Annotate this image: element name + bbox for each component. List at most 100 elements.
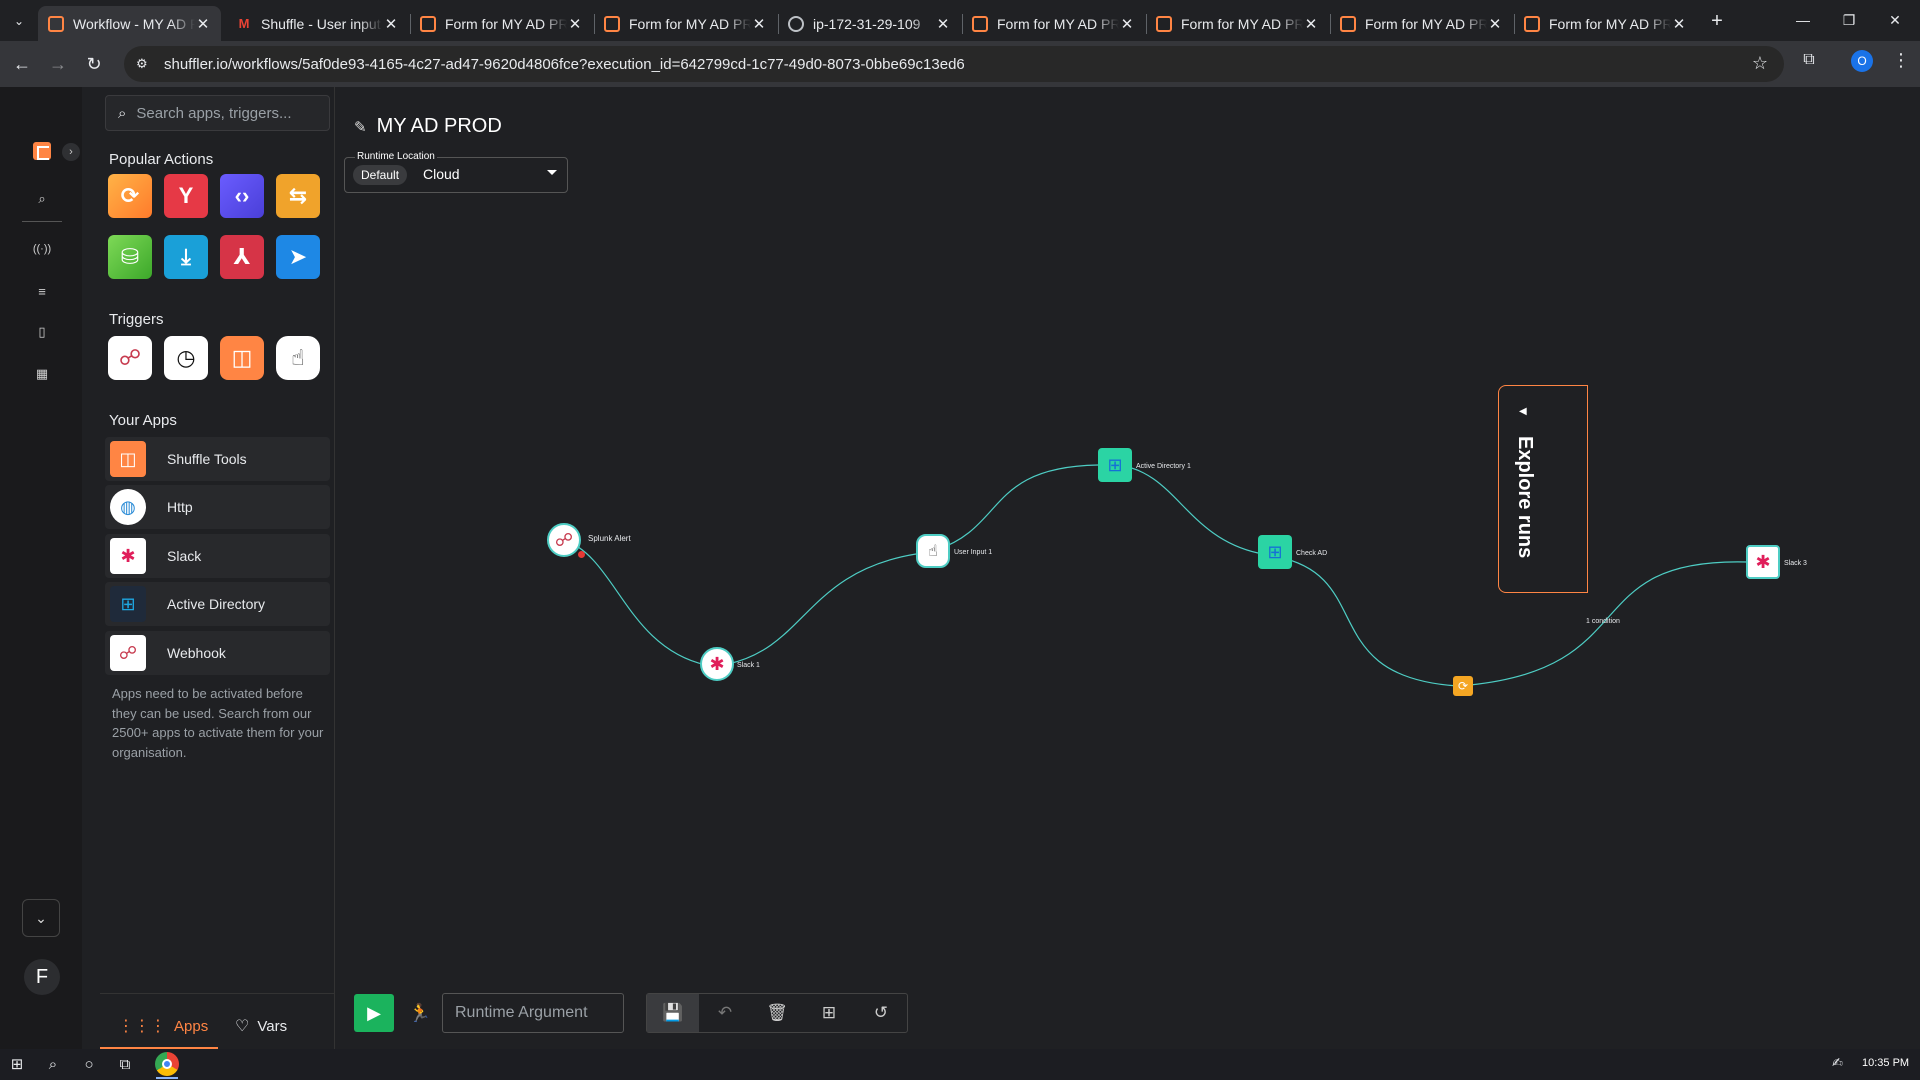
run-workflow-button[interactable]: ▶ — [354, 994, 394, 1032]
tab-vars[interactable]: ♡ Vars — [235, 1006, 287, 1046]
window-close-icon[interactable]: ✕ — [1872, 0, 1918, 40]
workflow-canvas[interactable]: ✎ MY AD PROD Runtime Location Default Cl… — [336, 87, 1920, 1049]
close-tab-icon[interactable]: ✕ — [1119, 15, 1135, 33]
node-slack-3[interactable]: ✱ — [1746, 545, 1780, 579]
admin-icon[interactable]: ▦ — [30, 366, 54, 386]
node-slack-1[interactable]: ✱ — [700, 647, 734, 681]
restore-icon[interactable]: ❐ — [1826, 0, 1872, 40]
delete-icon[interactable]: 🗑 — [751, 994, 803, 1032]
tab-title: Form for MY AD PROD — [1549, 15, 1671, 32]
app-item-shuffle-tools[interactable]: ◫ Shuffle Tools — [105, 437, 330, 481]
node-shuffle-tools[interactable]: ⟳ — [1453, 676, 1473, 696]
browser-tab-3[interactable]: Form for MY AD PROD ✕ — [410, 6, 593, 41]
close-tab-icon[interactable]: ✕ — [1487, 15, 1503, 33]
windows-taskbar: ⊞ ⌕ ○ ⧉ ✍ 10:35 PM — [0, 1049, 1920, 1080]
app-item-webhook[interactable]: ☍ Webhook — [105, 631, 330, 675]
taskbar-search-icon[interactable]: ⌕ — [42, 1054, 64, 1076]
schedule-trigger-icon[interactable]: ◷ — [164, 336, 208, 380]
node-splunk-alert[interactable]: ☍ — [547, 523, 581, 557]
close-tab-icon[interactable]: ✕ — [1671, 15, 1687, 33]
app-name: Shuffle Tools — [167, 451, 247, 467]
edge-ad1-checkad — [1117, 464, 1259, 554]
tab-apps[interactable]: ⋮⋮⋮ Apps — [118, 1006, 208, 1046]
download-action-icon[interactable]: ⤓ — [164, 235, 208, 279]
site-info-icon[interactable]: ⚙ — [136, 56, 158, 72]
search-icon: ⌕ — [118, 104, 127, 122]
browser-tab-8[interactable]: Form for MY AD PROD ✕ — [1330, 6, 1513, 41]
forward-icon[interactable]: → — [44, 50, 72, 78]
history-icon[interactable]: ↺ — [855, 994, 907, 1032]
user-input-trigger-icon[interactable]: ☝ — [276, 336, 320, 380]
tab-title: Form for MY AD PROD — [1365, 15, 1487, 32]
apps-panel: ⌕ Search apps, triggers... Popular Actio… — [100, 87, 335, 1050]
your-apps-title: Your Apps — [109, 412, 177, 429]
node-active-directory-1[interactable]: ⊞ — [1098, 448, 1132, 482]
close-tab-icon[interactable]: ✕ — [195, 15, 211, 33]
browser-tab-7[interactable]: Form for MY AD PROD ✕ — [1146, 6, 1329, 41]
back-icon[interactable]: ← — [8, 50, 36, 78]
address-bar[interactable]: ⚙ shuffler.io/workflows/5af0de93-4165-4c… — [124, 46, 1784, 82]
windows-start-icon[interactable]: ⊞ — [6, 1054, 28, 1076]
send-action-icon[interactable]: ➤ — [276, 235, 320, 279]
database-action-icon[interactable]: ⛁ — [108, 235, 152, 279]
code-action-icon[interactable]: ‹› — [220, 174, 264, 218]
chrome-taskbar-icon[interactable] — [155, 1052, 179, 1076]
close-tab-icon[interactable]: ✕ — [567, 15, 583, 33]
node-check-ad[interactable]: ⊞ — [1258, 535, 1292, 569]
browser-tab-2[interactable]: M Shuffle - User input required ✕ — [226, 6, 409, 41]
merge-action-icon[interactable]: ⅄ — [220, 235, 264, 279]
subflow-trigger-icon[interactable]: ◫ — [220, 336, 264, 380]
taskbar-clock[interactable]: 10:35 PM — [1862, 1057, 1909, 1069]
save-icon[interactable]: 💾 — [647, 994, 699, 1032]
app-item-active-directory[interactable]: ⊞ Active Directory — [105, 582, 330, 626]
repeat-action-icon[interactable]: ⟳ — [108, 174, 152, 218]
webhook-trigger-icon[interactable]: ☍ — [108, 336, 152, 380]
expand-rail-icon[interactable]: › — [62, 143, 80, 161]
shuffle-logo-icon[interactable] — [33, 142, 51, 160]
extensions-icon[interactable]: ⧉ — [1798, 51, 1820, 73]
add-comment-icon[interactable]: ⊞ — [803, 994, 855, 1032]
app-item-http[interactable]: ◍ Http — [105, 485, 330, 529]
workflows-list-icon[interactable]: ≡ — [30, 284, 54, 304]
browser-tab-6[interactable]: Form for MY AD PROD ✕ — [962, 6, 1145, 41]
chevron-down-icon[interactable]: ⌄ — [22, 899, 60, 937]
bookmark-star-icon[interactable]: ☆ — [1752, 53, 1768, 74]
filter-action-icon[interactable]: Y — [164, 174, 208, 218]
user-avatar[interactable]: F — [24, 959, 60, 995]
browser-tab-1[interactable]: Workflow - MY AD PROD ✕ — [38, 6, 221, 41]
profile-avatar[interactable]: O — [1851, 50, 1873, 72]
runtime-argument-input[interactable]: Runtime Argument — [442, 993, 624, 1033]
app-item-slack[interactable]: ✱ Slack — [105, 534, 330, 578]
explore-runs-panel[interactable]: ◀ Explore runs — [1498, 385, 1588, 593]
new-tab-button[interactable]: + — [1704, 9, 1730, 35]
triggers-icon[interactable]: ((·)) — [30, 243, 54, 263]
reload-icon[interactable]: ↻ — [80, 50, 108, 78]
undo-icon[interactable]: ↶ — [699, 994, 751, 1032]
tab-search-icon[interactable]: ⌄ — [8, 10, 30, 32]
task-view-icon[interactable]: ⧉ — [114, 1054, 136, 1076]
close-tab-icon[interactable]: ✕ — [751, 15, 767, 33]
close-tab-icon[interactable]: ✕ — [1303, 15, 1319, 33]
search-input[interactable]: ⌕ Search apps, triggers... — [105, 95, 330, 131]
browser-tab-9[interactable]: Form for MY AD PROD ✕ — [1514, 6, 1697, 41]
close-tab-icon[interactable]: ✕ — [383, 15, 399, 33]
browser-menu-icon[interactable]: ⋮ — [1892, 50, 1910, 71]
http-globe-icon: ◍ — [110, 489, 146, 525]
url-text: shuffler.io/workflows/5af0de93-4165-4c27… — [164, 55, 965, 73]
edge-condition-label[interactable]: 1 condition — [1586, 618, 1620, 625]
node-user-input-1[interactable]: ☝ — [916, 534, 950, 568]
browser-tab-4[interactable]: Form for MY AD PROD ✕ — [594, 6, 777, 41]
cortana-icon[interactable]: ○ — [78, 1054, 100, 1076]
transform-action-icon[interactable]: ⇆ — [276, 174, 320, 218]
minimize-icon[interactable]: — — [1780, 0, 1826, 40]
tab-title: Form for MY AD PROD — [997, 15, 1119, 32]
search-icon[interactable]: ⌕ — [30, 191, 54, 211]
pen-tray-icon[interactable]: ✍ — [1832, 1055, 1843, 1071]
app-name: Slack — [167, 548, 202, 564]
tab-title: Form for MY AD PROD — [1181, 15, 1303, 32]
docs-icon[interactable]: ▯ — [30, 324, 54, 344]
close-tab-icon[interactable]: ✕ — [935, 15, 951, 33]
shuffle-favicon-icon — [972, 15, 988, 32]
browser-tab-5[interactable]: ip-172-31-29-109 ✕ — [778, 6, 961, 41]
run-test-icon[interactable]: 🏃 — [400, 994, 440, 1032]
